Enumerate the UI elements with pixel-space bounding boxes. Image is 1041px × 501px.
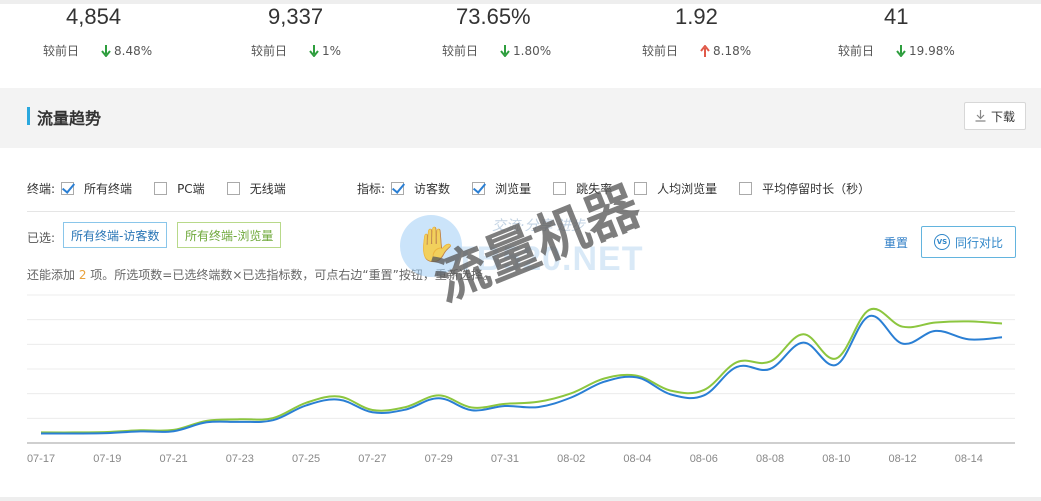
reset-link[interactable]: 重置: [884, 234, 908, 251]
compare-pct: 1%: [322, 43, 342, 58]
checkbox[interactable]: [226, 181, 240, 195]
checkbox[interactable]: [553, 181, 567, 195]
metric-option-visitors[interactable]: 访客数: [391, 180, 450, 197]
download-button[interactable]: 下载: [964, 102, 1026, 130]
x-tick-label: 07-17: [27, 453, 55, 465]
x-tick-label: 07-29: [425, 453, 453, 465]
terminal-filter: 终端: 所有终端 PC端 无线端: [27, 178, 308, 198]
x-tick-label: 08-10: [822, 453, 850, 465]
option-label: 人均浏览量: [657, 181, 718, 196]
x-tick-label: 08-02: [557, 453, 585, 465]
stat-compare: 较前日 1.80%: [442, 42, 551, 59]
compare-pct: 8.48%: [114, 43, 153, 58]
metric-filter: 指标: 访客数 浏览量 跳失率 人均浏览量 平均停留时长（秒）: [357, 178, 892, 198]
hand-icon: ✋: [414, 225, 457, 265]
section-header: 流量趋势 下载: [0, 88, 1041, 148]
stat-value: 41: [884, 4, 909, 29]
section-accent-bar: [27, 107, 30, 125]
checkbox[interactable]: [634, 181, 648, 195]
compare-label: 较前日: [642, 44, 679, 58]
compare-pct: 19.98%: [909, 43, 955, 58]
terminal-filter-label: 终端:: [27, 181, 56, 196]
download-label: 下载: [990, 109, 1015, 124]
checkbox[interactable]: [61, 181, 75, 195]
hint-suffix: 项。所选项数=已选终端数×已选指标数，可点右边“重置”按钮，重新选择。: [86, 268, 495, 282]
arrow-up-icon: [700, 44, 710, 57]
compare-label: 较前日: [838, 44, 875, 58]
compare-pct: 1.80%: [513, 43, 552, 58]
bottom-border: [0, 497, 1041, 501]
x-tick-label: 07-21: [159, 453, 187, 465]
watermark-slogan: 交流·分享·进步: [492, 218, 585, 234]
stat-compare: 较前日 1%: [251, 42, 341, 59]
selection-hint: 还能添加 2 项。所选项数=已选终端数×已选指标数，可点右边“重置”按钮，重新选…: [27, 266, 495, 283]
x-tick-label: 08-06: [690, 453, 718, 465]
option-label: 平均停留时长（秒）: [762, 181, 871, 196]
divider: [27, 211, 1015, 212]
x-tick-label: 07-27: [358, 453, 386, 465]
download-icon: [975, 110, 986, 122]
stat-avg-pageviews: 1.92 较前日 8.18%: [610, 0, 810, 88]
stat-value: 73.65%: [456, 4, 531, 29]
vs-icon: VS: [933, 234, 950, 250]
x-tick-label: 08-04: [623, 453, 651, 465]
compare-label: 较前日: [43, 44, 80, 58]
compare-label: 较前日: [442, 44, 479, 58]
arrow-down-icon: [500, 44, 510, 57]
option-label: 访客数: [414, 181, 451, 196]
selected-tag-pageviews[interactable]: 所有终端-浏览量: [177, 222, 282, 248]
compare-label: 同行对比: [954, 235, 1003, 250]
checkbox[interactable]: [154, 181, 168, 195]
option-label: 所有终端: [84, 181, 133, 196]
stat-value: 4,854: [66, 4, 122, 29]
x-tick-label: 07-23: [226, 453, 254, 465]
x-tick-label: 07-25: [292, 453, 320, 465]
x-tick-label: 07-19: [93, 453, 121, 465]
stat-avg-duration: 41 较前日 19.98%: [810, 0, 1041, 88]
series-line-pageviews: [40, 307, 1003, 434]
arrow-down-icon: [101, 44, 111, 57]
option-label: 跳失率: [576, 181, 613, 196]
stat-compare: 较前日 8.48%: [43, 42, 152, 59]
metric-option-pageviews[interactable]: 浏览量: [472, 180, 531, 197]
metric-option-bounce[interactable]: 跳失率: [553, 180, 612, 197]
stat-value: 1.92: [675, 4, 718, 29]
checkbox[interactable]: [391, 181, 405, 195]
terminal-option-all[interactable]: 所有终端: [61, 180, 132, 197]
stat-pageviews: 9,337 较前日 1%: [210, 0, 410, 88]
metric-option-avg-duration[interactable]: 平均停留时长（秒）: [739, 180, 870, 197]
checkbox[interactable]: [739, 181, 753, 195]
stat-compare: 较前日 8.18%: [642, 42, 751, 59]
selected-tag-visitors[interactable]: 所有终端-访客数: [63, 222, 168, 248]
x-tick-label: 08-12: [889, 453, 917, 465]
arrow-down-icon: [896, 44, 906, 57]
option-label: PC端: [177, 181, 205, 196]
compare-label: 较前日: [251, 44, 288, 58]
metric-option-avg-pageviews[interactable]: 人均浏览量: [634, 180, 717, 197]
hint-prefix: 还能添加: [27, 268, 79, 282]
compare-pct: 8.18%: [713, 43, 752, 58]
section-title: 流量趋势: [37, 109, 102, 128]
traffic-trend-chart: 07-17 07-19 07-21 07-23 07-25 07-27 07-29 07-31…: [27, 294, 1015, 465]
terminal-option-wireless[interactable]: 无线端: [226, 180, 286, 197]
option-label: 无线端: [249, 181, 286, 196]
stat-value: 9,337: [268, 4, 324, 29]
terminal-option-pc[interactable]: PC端: [154, 180, 205, 197]
metric-filter-label: 指标:: [357, 181, 386, 196]
stat-visitors: 4,854 较前日 8.48%: [0, 0, 210, 88]
selected-label: 已选:: [27, 231, 56, 245]
stat-compare: 较前日 19.98%: [838, 42, 955, 59]
option-label: 浏览量: [495, 181, 532, 196]
arrow-down-icon: [309, 44, 319, 57]
series-line-visitors: [40, 315, 1003, 435]
x-tick-label: 08-08: [756, 453, 784, 465]
checkbox[interactable]: [472, 181, 486, 195]
x-tick-label: 07-31: [491, 453, 519, 465]
stat-bounce-rate: 73.65% 较前日 1.80%: [410, 0, 610, 88]
industry-compare-button[interactable]: VS 同行对比: [921, 226, 1016, 258]
x-tick-label: 08-14: [955, 453, 983, 465]
stats-row: 4,854 较前日 8.48% 9,337 较前日 1% 73.65% 较前日 …: [0, 0, 1041, 88]
